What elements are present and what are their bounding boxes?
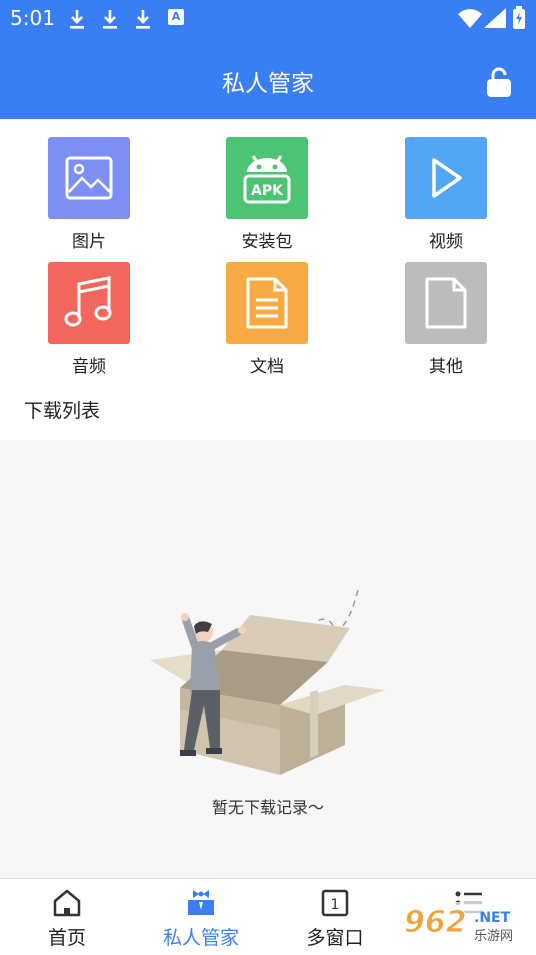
status-bar: 5:01 A (0, 0, 536, 36)
window-icon: 1 (321, 889, 349, 917)
watermark-number: 962 (404, 905, 467, 940)
nav-label: 私人管家 (162, 927, 239, 949)
site-watermark: 962 .NET 乐游网 (396, 902, 532, 946)
page-title: 私人管家 (222, 71, 314, 97)
app-header: 私人管家 (0, 36, 536, 119)
window-count: 1 (331, 897, 340, 913)
signal-icon (484, 8, 506, 28)
category-grid: 图片 APK 安装包 视频 音频 文档 其他 (0, 119, 536, 384)
category-video[interactable]: 视频 (391, 137, 501, 257)
category-label: 其他 (429, 357, 463, 377)
a-app-icon: A (168, 9, 184, 25)
download-icon (103, 10, 117, 29)
download-icon (136, 10, 150, 29)
apk-icon-text: APK (251, 183, 284, 199)
nav-multi-window[interactable]: 1 多窗口 (268, 887, 402, 950)
category-audio[interactable]: 音频 (34, 262, 144, 382)
status-time: 5:01 (10, 6, 55, 30)
category-apk[interactable]: APK 安装包 (212, 137, 322, 257)
watermark-site: 乐游网 (474, 929, 513, 944)
lock-open-icon[interactable] (485, 66, 513, 98)
home-icon (53, 889, 81, 917)
watermark-net: .NET (474, 910, 511, 926)
apk-icon: APK (226, 137, 308, 219)
category-document[interactable]: 文档 (212, 262, 322, 382)
wifi-icon (458, 9, 482, 28)
nav-home[interactable]: 首页 (0, 887, 134, 950)
empty-state-text: 暂无下载记录～ (211, 798, 324, 817)
image-icon (48, 137, 130, 219)
butler-icon (188, 890, 214, 915)
category-label: 安装包 (241, 232, 293, 252)
nav-label: 首页 (47, 927, 86, 949)
battery-icon (513, 6, 525, 29)
category-label: 文档 (250, 357, 284, 377)
category-other[interactable]: 其他 (391, 262, 501, 382)
nav-label: 多窗口 (306, 927, 364, 949)
document-icon (226, 262, 308, 344)
category-images[interactable]: 图片 (34, 137, 144, 257)
download-icon (70, 10, 84, 29)
empty-box-illustration (150, 589, 385, 775)
category-label: 图片 (72, 232, 106, 252)
category-label: 音频 (72, 357, 106, 377)
play-icon (405, 137, 487, 219)
download-list: 暂无下载记录～ (0, 440, 536, 878)
file-icon (405, 262, 487, 344)
category-label: 视频 (429, 232, 463, 252)
nav-butler[interactable]: 私人管家 (134, 887, 268, 950)
music-icon (48, 262, 130, 344)
download-list-title: 下载列表 (24, 400, 101, 422)
